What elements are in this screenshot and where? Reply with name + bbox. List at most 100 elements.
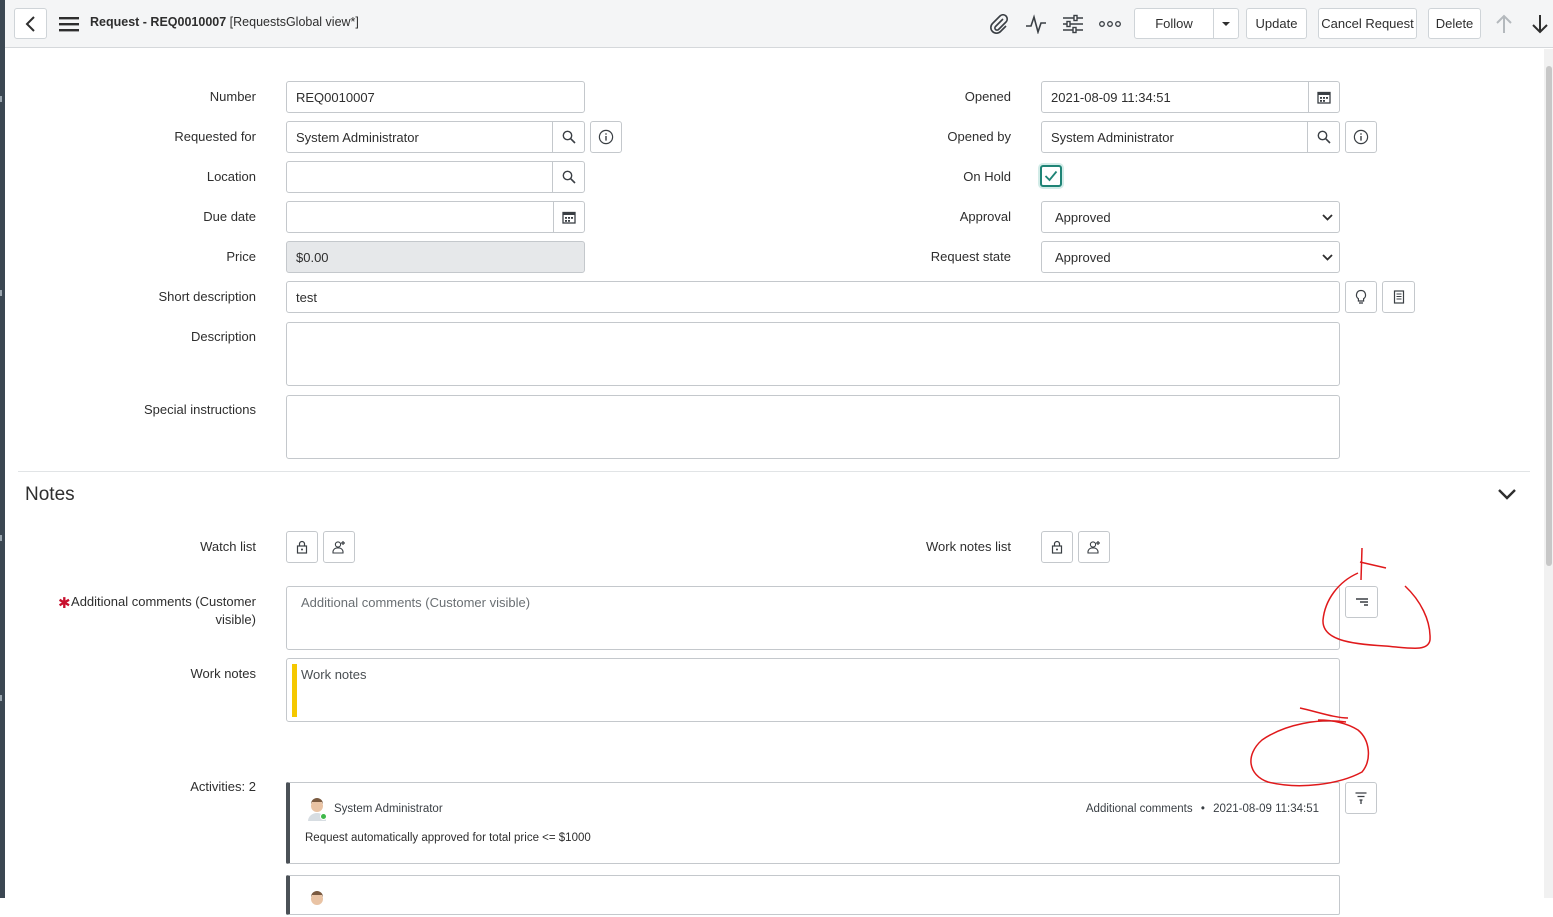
work-notes-indicator-bar xyxy=(292,664,297,717)
opened-by-info-button[interactable] xyxy=(1345,121,1377,153)
page-title-view: [RequestsGlobal view*] xyxy=(226,15,359,29)
requested-for-field[interactable]: System Administrator xyxy=(286,121,554,153)
follow-dropdown-button[interactable] xyxy=(1213,8,1239,39)
approval-value: Approved xyxy=(1055,209,1111,225)
paperclip-icon[interactable] xyxy=(987,12,1011,36)
activity-separator: • xyxy=(1200,803,1205,815)
activity-entry-2 xyxy=(286,875,1340,915)
activity-pulse-icon[interactable] xyxy=(1024,12,1048,36)
calendar-icon xyxy=(562,211,576,224)
filter-icon xyxy=(1355,792,1367,804)
opened-value: 2021-08-09 11:34:51 xyxy=(1051,89,1171,105)
requested-for-label: Requested for xyxy=(174,129,256,144)
price-label: Price xyxy=(226,249,256,264)
activities-label: Activities: 2 xyxy=(190,779,256,794)
opened-by-lookup-button[interactable] xyxy=(1307,121,1340,153)
location-field[interactable] xyxy=(286,161,554,193)
hamburger-menu-icon[interactable] xyxy=(57,13,81,35)
suggestion-button[interactable] xyxy=(1345,281,1377,313)
more-dots-icon[interactable] xyxy=(1098,12,1122,36)
additional-comments-textarea[interactable]: Additional comments (Customer visible) xyxy=(286,586,1340,650)
avatar xyxy=(306,797,328,821)
form-header: Request - REQ0010007 [RequestsGlobal vie… xyxy=(5,0,1553,48)
opened-field[interactable]: 2021-08-09 11:34:51 xyxy=(1041,81,1310,113)
required-indicator: ✱ xyxy=(58,595,71,612)
lock-icon xyxy=(1051,540,1063,554)
work-notes-textarea[interactable]: Work notes xyxy=(286,658,1340,722)
delete-button-label: Delete xyxy=(1435,16,1474,31)
calendar-icon xyxy=(1317,91,1331,104)
activity-entry: System Administrator Additional comments… xyxy=(286,782,1340,864)
update-button-label: Update xyxy=(1255,16,1298,31)
work-notes-list-lock-button[interactable] xyxy=(1041,531,1073,563)
sliders-icon[interactable] xyxy=(1061,12,1085,36)
short-description-field[interactable]: test xyxy=(286,281,1340,313)
price-field: $0.00 xyxy=(286,241,585,273)
follow-button[interactable]: Follow xyxy=(1134,8,1214,39)
watch-list-add-me-button[interactable] xyxy=(323,531,355,563)
follow-button-label: Follow xyxy=(1155,16,1193,31)
info-icon xyxy=(598,129,614,145)
activity-user-name: System Administrator xyxy=(334,803,443,815)
on-hold-checkbox[interactable] xyxy=(1040,165,1062,187)
lightbulb-icon xyxy=(1355,289,1367,304)
caret-down-icon xyxy=(1222,21,1230,26)
lock-icon xyxy=(296,540,308,554)
activity-filter-button[interactable] xyxy=(1345,782,1377,814)
special-instructions-textarea[interactable] xyxy=(286,395,1340,459)
opened-by-label: Opened by xyxy=(947,129,1011,144)
description-label: Description xyxy=(190,329,256,344)
short-description-label: Short description xyxy=(158,289,256,304)
watch-list-label: Watch list xyxy=(200,539,256,554)
activity-meta: Additional comments • 2021-08-09 11:34:5… xyxy=(1086,803,1319,815)
number-value: REQ0010007 xyxy=(296,89,375,105)
section-divider xyxy=(18,471,1530,472)
post-icon xyxy=(1355,598,1368,606)
template-button[interactable] xyxy=(1382,281,1415,313)
add-user-icon xyxy=(332,541,345,554)
opened-by-value: System Administrator xyxy=(1051,129,1174,145)
chevron-down-icon xyxy=(1498,489,1516,500)
additional-comments-label-line1: Additional comments (Customer xyxy=(71,594,256,609)
collapse-notes-button[interactable] xyxy=(1494,483,1520,505)
due-date-calendar-button[interactable] xyxy=(553,201,585,233)
description-textarea[interactable] xyxy=(286,322,1340,386)
notes-section-title: Notes xyxy=(25,484,75,505)
special-instructions-label: Special instructions xyxy=(144,402,256,417)
delete-button[interactable]: Delete xyxy=(1428,8,1481,39)
update-button[interactable]: Update xyxy=(1246,8,1307,39)
document-icon xyxy=(1393,290,1404,304)
work-notes-placeholder: Work notes xyxy=(301,667,367,682)
requested-for-info-button[interactable] xyxy=(590,121,622,153)
left-nav-edge xyxy=(0,0,5,898)
location-lookup-button[interactable] xyxy=(552,161,585,193)
on-hold-label: On Hold xyxy=(963,169,1011,184)
number-field[interactable]: REQ0010007 xyxy=(286,81,585,113)
cancel-request-button[interactable]: Cancel Request xyxy=(1318,8,1417,39)
opened-calendar-button[interactable] xyxy=(1308,81,1340,113)
chevron-down-icon xyxy=(1322,253,1333,261)
opened-label: Opened xyxy=(964,89,1011,104)
opened-by-field[interactable]: System Administrator xyxy=(1041,121,1309,153)
avatar xyxy=(306,890,328,914)
search-icon xyxy=(1317,130,1331,144)
request-state-select[interactable]: Approved xyxy=(1041,241,1340,273)
arrow-down-icon[interactable] xyxy=(1528,12,1552,36)
chevron-down-icon xyxy=(1322,213,1333,221)
post-comment-button[interactable] xyxy=(1345,586,1378,618)
back-button[interactable] xyxy=(14,8,47,39)
arrow-up-icon[interactable] xyxy=(1492,12,1516,36)
work-notes-list-label: Work notes list xyxy=(925,539,1011,554)
search-icon xyxy=(562,170,576,184)
due-date-label: Due date xyxy=(203,209,256,224)
request-state-label: Request state xyxy=(930,249,1011,264)
work-notes-list-add-me-button[interactable] xyxy=(1078,531,1110,563)
scrollbar-thumb[interactable] xyxy=(1546,66,1552,566)
additional-comments-placeholder: Additional comments (Customer visible) xyxy=(301,595,531,610)
approval-select[interactable]: Approved xyxy=(1041,201,1340,233)
requested-for-lookup-button[interactable] xyxy=(552,121,585,153)
number-label: Number xyxy=(209,89,256,104)
work-notes-label: Work notes xyxy=(190,666,256,681)
due-date-field[interactable] xyxy=(286,201,555,233)
watch-list-lock-button[interactable] xyxy=(286,531,318,563)
